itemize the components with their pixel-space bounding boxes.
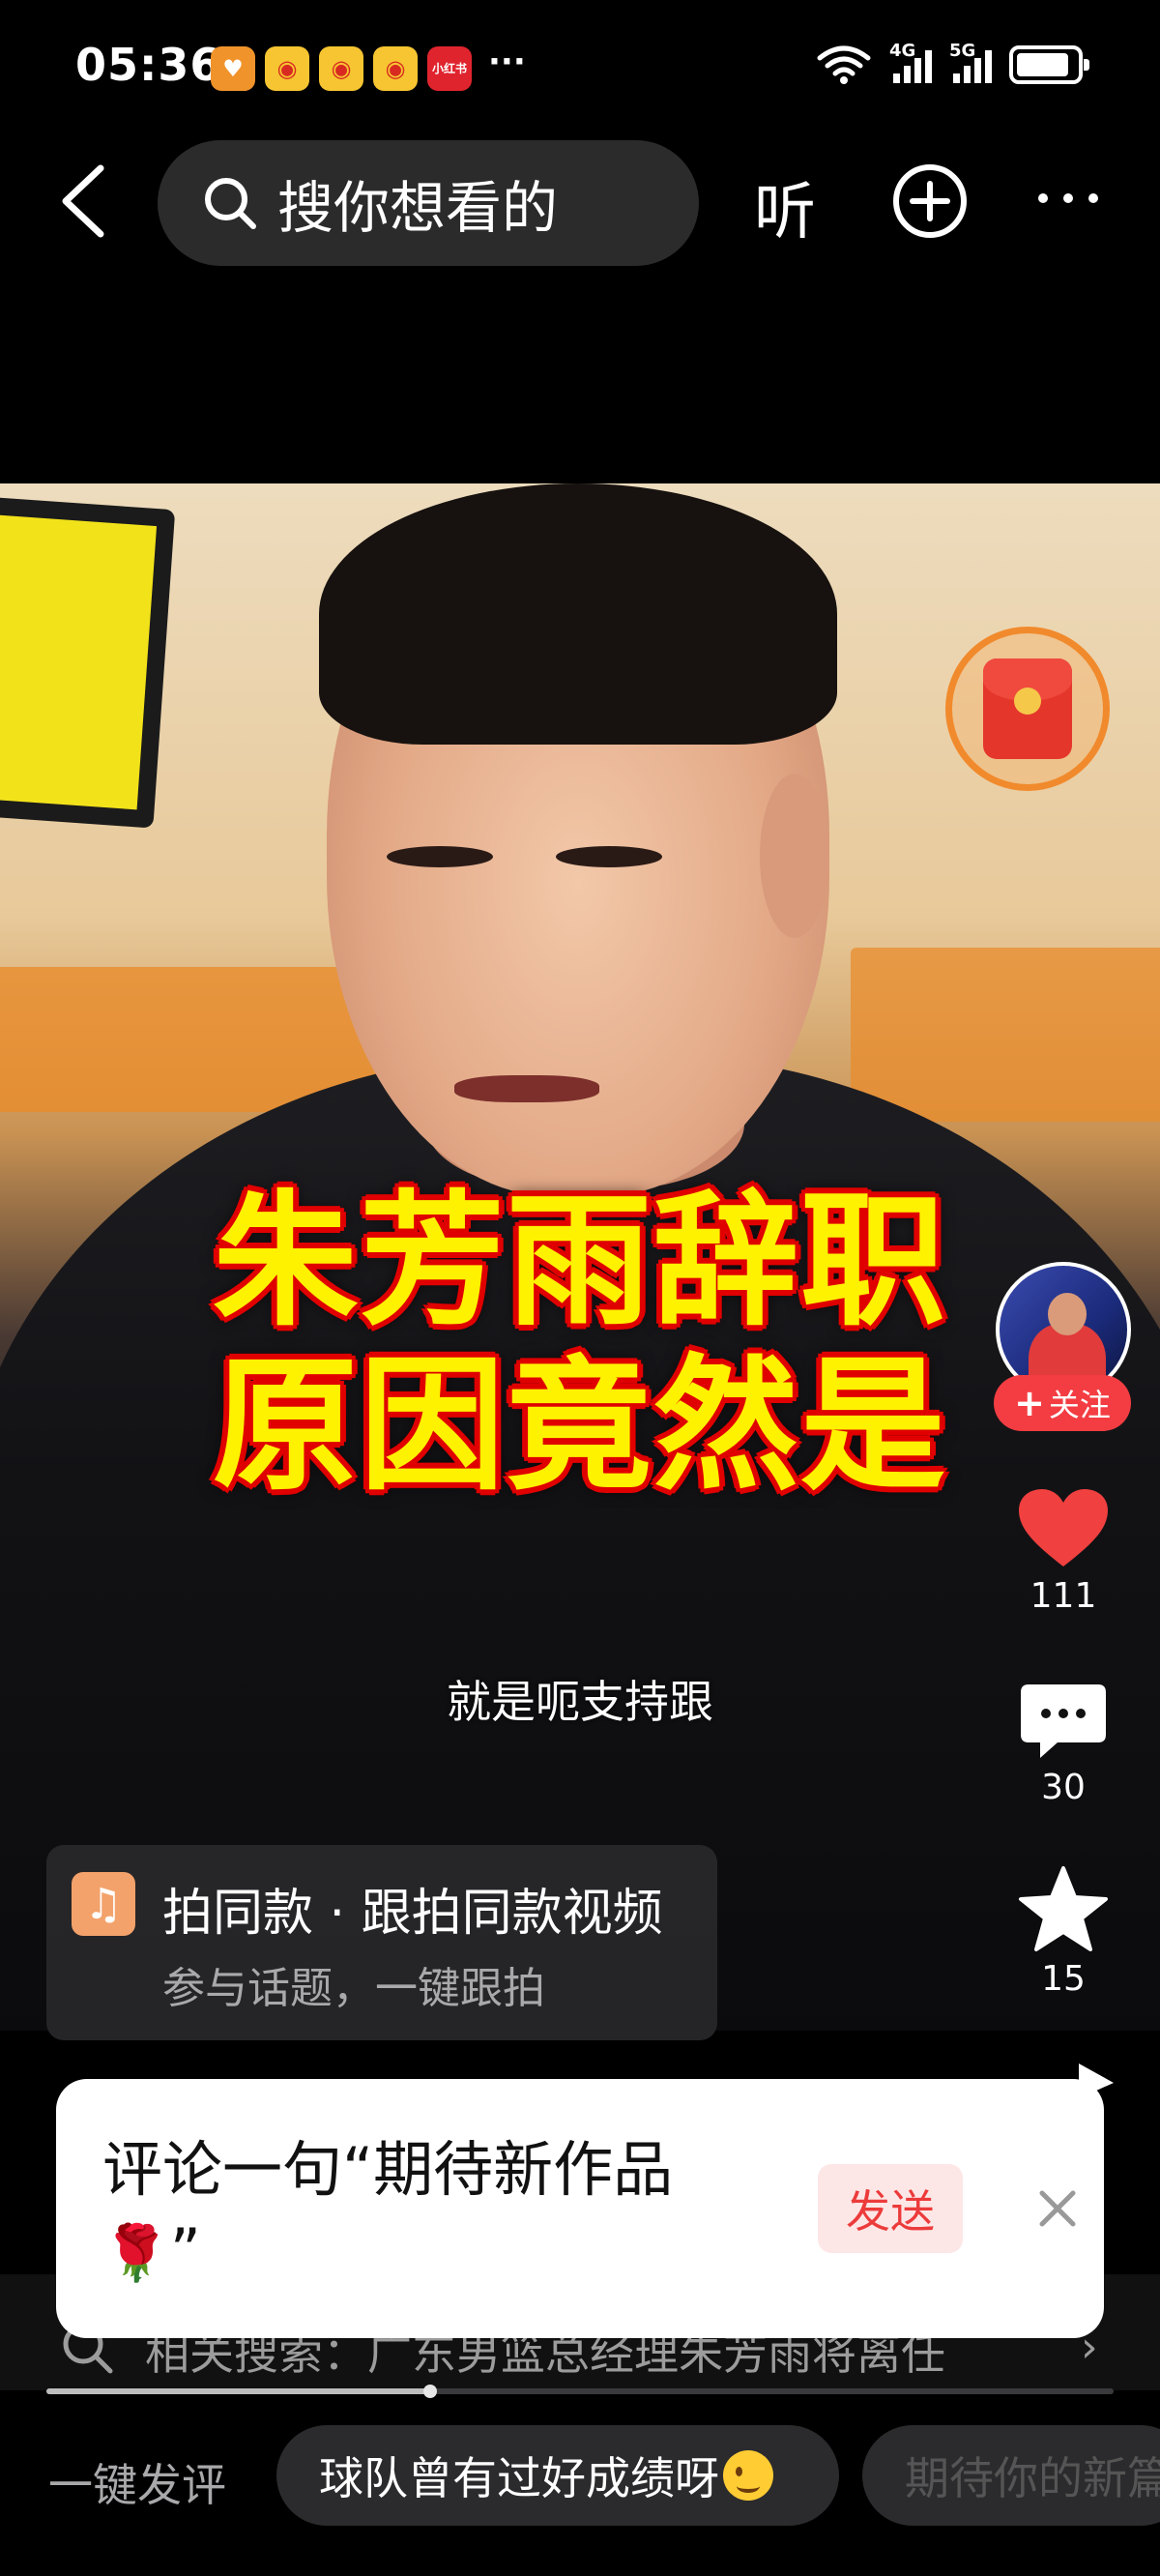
background-sign	[0, 496, 176, 829]
same-style-subtitle: 参与话题，一键跟拍	[162, 1964, 545, 2013]
more-options-button[interactable]	[1030, 179, 1107, 218]
quick-comment-chip[interactable]: 球队曾有过好成绩呀	[276, 2425, 839, 2526]
listen-button[interactable]: 听	[754, 162, 816, 251]
weibo-icon: ◉	[373, 46, 418, 91]
follow-label: 关注	[1048, 1387, 1111, 1423]
comment-prompt-text: 评论一句“期待新作品 🌹”	[102, 2129, 798, 2295]
music-note-icon: ♫	[72, 1872, 135, 1936]
progress-knob[interactable]	[423, 2385, 438, 2398]
signal-5g-icon: 5G	[949, 41, 992, 83]
close-icon[interactable]	[1029, 2180, 1087, 2238]
wifi-icon	[817, 45, 871, 84]
signal-4g-icon: 4G	[889, 41, 932, 83]
status-time: 05:36	[75, 39, 222, 91]
rose-icon: 🌹	[102, 2222, 170, 2285]
red-envelope-icon	[983, 659, 1072, 759]
heart-icon	[1019, 1489, 1108, 1566]
shoot-same-style-card[interactable]: ♫ 拍同款 · 跟拍同款视频 参与话题，一键跟拍	[46, 1845, 717, 2040]
follow-button[interactable]: + 关注	[994, 1375, 1131, 1431]
star-icon	[1019, 1866, 1108, 1951]
like-button[interactable]: 111	[1005, 1487, 1121, 1616]
progress-fill	[46, 2388, 431, 2394]
system-icons: 4G 5G	[816, 41, 1089, 85]
video-progress-bar[interactable]	[46, 2385, 1114, 2398]
search-icon	[205, 178, 256, 229]
add-button[interactable]	[891, 162, 969, 240]
comment-button[interactable]: 30	[1005, 1683, 1121, 1807]
more-notifications-icon: ···	[488, 43, 526, 81]
weibo-icon: ◉	[265, 46, 309, 91]
comment-count: 30	[1041, 1768, 1086, 1807]
video-subtitle: 就是呃支持跟	[447, 1676, 713, 1728]
search-placeholder: 搜你想看的	[277, 175, 559, 241]
send-button[interactable]: 发送	[818, 2164, 963, 2253]
video-headline: 朱芳雨辞职 原因竟然是	[184, 1180, 976, 1508]
wink-emoji-icon	[723, 2450, 773, 2501]
person-mouth	[454, 1075, 599, 1102]
favorite-button[interactable]: 15	[1005, 1864, 1121, 1999]
favorite-count: 15	[1041, 1959, 1086, 1999]
headline-line-2: 原因竟然是	[212, 1342, 947, 1510]
comment-icon	[1021, 1684, 1106, 1758]
quick-comment-chip[interactable]: 期待你的新篇章	[862, 2425, 1160, 2526]
person-eye	[387, 846, 493, 867]
quick-comment-bar: 一键发评 球队曾有过好成绩呀 期待你的新篇章	[0, 2400, 1160, 2576]
same-style-title: 拍同款 · 跟拍同款视频	[162, 1885, 663, 1943]
comment-prompt-card[interactable]: 评论一句“期待新作品 🌹” 发送	[56, 2079, 1104, 2338]
battery-level	[1017, 53, 1069, 76]
notification-icons: ♥ ◉ ◉ ◉ 小红书	[211, 46, 472, 91]
search-input[interactable]: 搜你想看的	[158, 140, 699, 266]
like-count: 111	[1030, 1576, 1097, 1616]
quick-comment-label: 一键发评	[48, 2459, 226, 2511]
weibo-icon: ◉	[319, 46, 363, 91]
battery-icon	[1009, 45, 1089, 84]
plus-icon: +	[1014, 1382, 1045, 1424]
person-hair	[319, 483, 837, 745]
status-bar: 05:36 ♥ ◉ ◉ ◉ 小红书 ··· 4G 5G	[0, 0, 1160, 135]
person-ear	[760, 774, 829, 938]
background-sign	[851, 948, 1160, 1122]
heart-app-icon: ♥	[211, 46, 255, 91]
xiaohongshu-icon: 小红书	[427, 46, 472, 91]
headline-line-1: 朱芳雨辞职	[212, 1178, 947, 1346]
back-button[interactable]	[52, 162, 120, 240]
red-packet-button[interactable]	[945, 627, 1110, 791]
person-eye	[556, 846, 662, 867]
